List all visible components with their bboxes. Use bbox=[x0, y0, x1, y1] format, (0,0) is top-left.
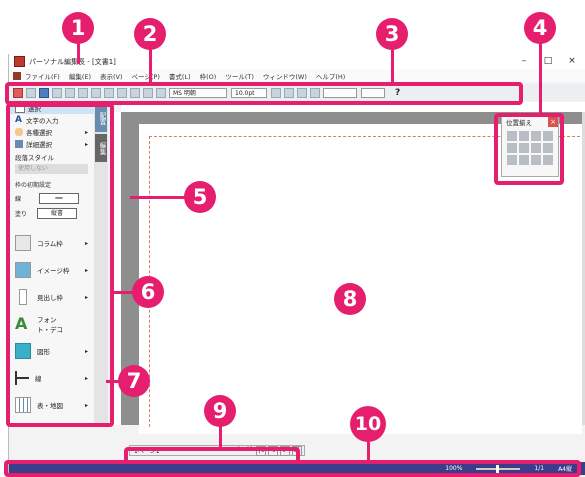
menu-format[interactable]: 書式(L) bbox=[169, 71, 191, 81]
close-button[interactable]: × bbox=[560, 54, 584, 69]
menu-tools[interactable]: ツール(T) bbox=[225, 71, 254, 81]
callout-line-1 bbox=[77, 42, 80, 64]
callout-badge-7: 7 bbox=[118, 365, 150, 397]
menu-page[interactable]: ページ(P) bbox=[132, 71, 160, 81]
window-controls: – □ × bbox=[512, 54, 584, 69]
window-title: パーソナル編集長 - [文書1] bbox=[29, 57, 116, 66]
menu-edit[interactable]: 編集(E) bbox=[69, 71, 91, 81]
callout-box-statusbar bbox=[4, 460, 581, 477]
callout-badge-5: 5 bbox=[184, 181, 216, 213]
callout-box-sidebar bbox=[6, 103, 114, 427]
title-bar: パーソナル編集長 - [文書1] – □ × bbox=[9, 54, 585, 69]
callout-badge-6: 6 bbox=[132, 276, 164, 308]
callout-line-2 bbox=[149, 48, 152, 84]
callout-badge-9: 9 bbox=[204, 395, 236, 427]
callout-badge-4: 4 bbox=[524, 12, 556, 44]
callout-badge-1: 1 bbox=[62, 12, 94, 44]
callout-line-4 bbox=[539, 42, 542, 114]
document-icon bbox=[13, 71, 21, 80]
menu-file[interactable]: ファイル(F) bbox=[25, 71, 60, 81]
app-icon bbox=[14, 56, 25, 67]
callout-box-palette bbox=[494, 113, 564, 185]
menu-frame[interactable]: 枠(O) bbox=[200, 71, 217, 81]
callout-badge-3: 3 bbox=[376, 18, 408, 50]
menu-view[interactable]: 表示(V) bbox=[100, 71, 123, 81]
menu-help[interactable]: ヘルプ(H) bbox=[316, 71, 345, 81]
callout-badge-10: 10 bbox=[350, 406, 386, 442]
callout-box-toolbar bbox=[5, 82, 523, 105]
callout-badge-2: 2 bbox=[134, 18, 166, 50]
callout-line-9 bbox=[219, 425, 222, 449]
menu-window[interactable]: ウィンドウ(W) bbox=[263, 71, 307, 81]
menu-bar: ファイル(F) 編集(E) 表示(V) ページ(P) 書式(L) 枠(O) ツー… bbox=[9, 69, 585, 82]
minimize-button[interactable]: – bbox=[512, 54, 536, 69]
callout-line-5 bbox=[130, 196, 186, 199]
document-canvas-badge: 8 bbox=[334, 283, 366, 315]
callout-line-3 bbox=[391, 48, 394, 84]
